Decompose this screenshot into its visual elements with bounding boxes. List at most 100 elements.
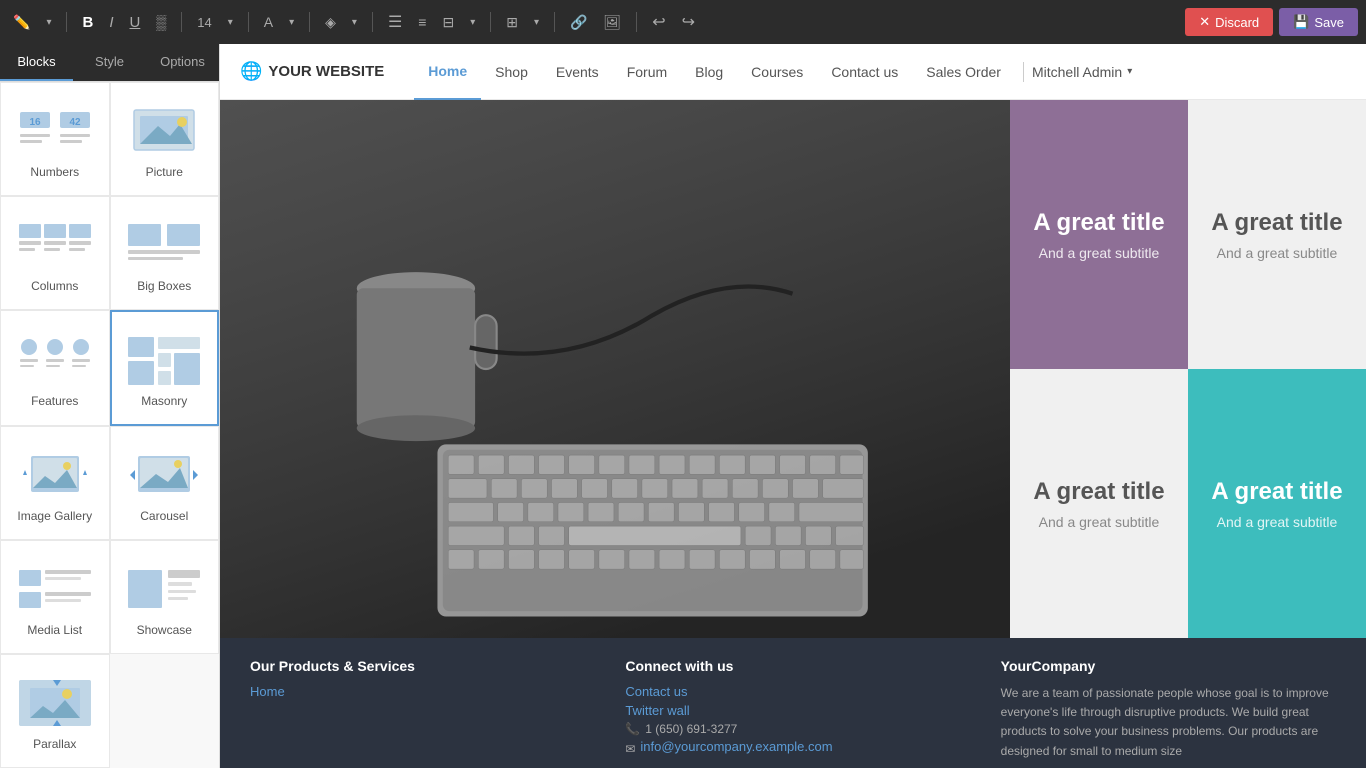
- hero-image: [220, 100, 1010, 638]
- sidebar-tabs: Blocks Style Options: [0, 44, 219, 82]
- hero-title-0: A great title: [1033, 209, 1164, 237]
- list-ordered-button[interactable]: ≡: [413, 10, 431, 34]
- divider-2: [181, 12, 182, 32]
- hero-section: A great title And a great subtitle A gre…: [220, 100, 1366, 638]
- image-gallery-icon: [15, 448, 95, 503]
- nav-events[interactable]: Events: [542, 44, 613, 100]
- footer-contact-link[interactable]: Contact us: [625, 684, 960, 699]
- highlight-button[interactable]: ▒: [151, 10, 171, 34]
- font-size[interactable]: 14: [192, 11, 216, 34]
- redo-button[interactable]: ↪: [677, 8, 700, 36]
- hero-subtitle-0: And a great subtitle: [1039, 245, 1160, 261]
- underline-button[interactable]: U: [124, 10, 145, 35]
- navbar-nav: Home Shop Events Forum Blog Courses Cont…: [414, 44, 1346, 100]
- tab-options[interactable]: Options: [146, 44, 219, 81]
- nav-sales-order[interactable]: Sales Order: [912, 44, 1015, 100]
- nav-forum[interactable]: Forum: [613, 44, 681, 100]
- columns-label: Columns: [31, 279, 78, 293]
- footer: Our Products & Services Home Connect wit…: [220, 638, 1366, 768]
- tool-dropdown[interactable]: ▾: [41, 13, 56, 32]
- brand-name: YOUR WEBSITE: [268, 63, 384, 80]
- globe-icon: 🌐: [240, 61, 262, 82]
- divider-4: [309, 12, 310, 32]
- features-label: Features: [31, 394, 78, 408]
- font-size-dropdown[interactable]: ▾: [223, 13, 238, 32]
- save-button[interactable]: 💾 Save: [1279, 8, 1358, 36]
- nav-home[interactable]: Home: [414, 44, 481, 100]
- hero-cell-0: A great title And a great subtitle: [1010, 100, 1188, 369]
- undo-button[interactable]: ↩: [647, 8, 670, 36]
- sidebar-item-media-list[interactable]: Media List: [0, 540, 110, 654]
- divider-1: [66, 12, 67, 32]
- divider-8: [636, 12, 637, 32]
- sidebar-item-numbers[interactable]: 16 42 Numbers: [0, 82, 110, 196]
- sidebar-item-showcase[interactable]: Showcase: [110, 540, 220, 654]
- divider-5: [372, 12, 373, 32]
- font-family-button[interactable]: A: [259, 10, 278, 34]
- sidebar-item-image-gallery[interactable]: Image Gallery: [0, 426, 110, 540]
- sidebar-grid: 16 42 Numbers: [0, 82, 219, 768]
- footer-products-link-home[interactable]: Home: [250, 684, 585, 699]
- nav-blog[interactable]: Blog: [681, 44, 737, 100]
- sidebar-item-big-boxes[interactable]: Big Boxes: [110, 196, 220, 310]
- align-button[interactable]: ⊟: [437, 10, 459, 35]
- picture-label: Picture: [146, 165, 183, 179]
- media-list-icon: [15, 562, 95, 617]
- carousel-icon: [124, 448, 204, 503]
- font-family-dropdown[interactable]: ▾: [284, 13, 299, 32]
- sidebar-item-features[interactable]: Features: [0, 310, 110, 426]
- nav-shop[interactable]: Shop: [481, 44, 542, 100]
- user-name: Mitchell Admin: [1032, 64, 1122, 80]
- hero-title-1: A great title: [1211, 209, 1342, 237]
- hero-grid: A great title And a great subtitle A gre…: [1010, 100, 1366, 638]
- showcase-label: Showcase: [137, 623, 192, 637]
- sidebar: Blocks Style Options 16 42: [0, 44, 220, 768]
- sidebar-item-carousel[interactable]: Carousel: [110, 426, 220, 540]
- footer-twitter-link[interactable]: Twitter wall: [625, 703, 960, 718]
- divider-7: [554, 12, 555, 32]
- table-dropdown[interactable]: ▾: [529, 13, 544, 32]
- masonry-label: Masonry: [141, 394, 187, 408]
- phone-icon: 📞: [625, 722, 640, 736]
- svg-text:42: 42: [69, 117, 81, 128]
- sidebar-item-columns[interactable]: Columns: [0, 196, 110, 310]
- hero-subtitle-1: And a great subtitle: [1217, 245, 1338, 261]
- align-dropdown[interactable]: ▾: [465, 13, 480, 32]
- link-button[interactable]: 🔗: [565, 10, 592, 35]
- hero-subtitle-2: And a great subtitle: [1039, 514, 1160, 530]
- sidebar-item-masonry[interactable]: Masonry: [110, 310, 220, 426]
- hero-cell-1: A great title And a great subtitle: [1188, 100, 1366, 369]
- hero-cell-3: A great title And a great subtitle: [1188, 369, 1366, 638]
- list-unordered-button[interactable]: ☰: [383, 8, 407, 36]
- tab-style[interactable]: Style: [73, 44, 146, 81]
- discard-button[interactable]: ✕ Discard: [1185, 8, 1273, 36]
- italic-button[interactable]: I: [104, 10, 118, 35]
- hero-title-2: A great title: [1033, 478, 1164, 506]
- nav-courses[interactable]: Courses: [737, 44, 817, 100]
- carousel-label: Carousel: [140, 509, 188, 523]
- footer-products-title: Our Products & Services: [250, 658, 585, 674]
- table-button[interactable]: ⊞: [501, 10, 523, 35]
- navbar-brand[interactable]: 🌐 YOUR WEBSITE: [240, 61, 384, 82]
- sidebar-item-parallax[interactable]: Parallax: [0, 654, 110, 768]
- numbers-label: Numbers: [30, 165, 79, 179]
- footer-connect-title: Connect with us: [625, 658, 960, 674]
- pencil-tool[interactable]: ✏️: [8, 10, 35, 35]
- main-layout: Blocks Style Options 16 42: [0, 44, 1366, 768]
- image-insert-button[interactable]: 🖼: [598, 10, 626, 35]
- tab-blocks[interactable]: Blocks: [0, 44, 73, 81]
- footer-company-title: YourCompany: [1001, 658, 1336, 674]
- navbar: 🌐 YOUR WEBSITE Home Shop Events Forum Bl…: [220, 44, 1366, 100]
- hero-subtitle-3: And a great subtitle: [1217, 514, 1338, 530]
- footer-email-link[interactable]: info@yourcompany.example.com: [640, 739, 832, 754]
- color-picker[interactable]: ◈: [320, 10, 341, 35]
- color-dropdown[interactable]: ▾: [347, 13, 362, 32]
- nav-contact[interactable]: Contact us: [817, 44, 912, 100]
- nav-user[interactable]: Mitchell Admin ▾: [1032, 64, 1132, 80]
- bold-button[interactable]: B: [77, 10, 98, 35]
- discard-label: Discard: [1215, 15, 1259, 30]
- sidebar-item-picture[interactable]: Picture: [110, 82, 220, 196]
- content-area: 🌐 YOUR WEBSITE Home Shop Events Forum Bl…: [220, 44, 1366, 768]
- hero-cell-2: A great title And a great subtitle: [1010, 369, 1188, 638]
- showcase-icon: [124, 562, 204, 617]
